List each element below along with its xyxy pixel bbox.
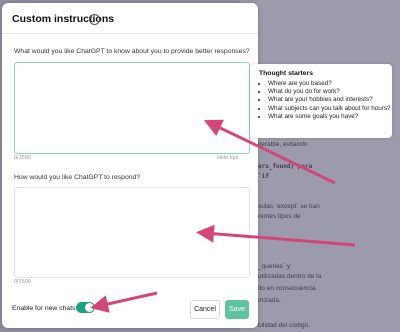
arrow-to-about-textarea <box>203 119 336 185</box>
arrow-to-response-textarea <box>196 224 356 247</box>
arrow-to-toggle <box>90 291 158 313</box>
annotation-arrows <box>90 119 356 313</box>
